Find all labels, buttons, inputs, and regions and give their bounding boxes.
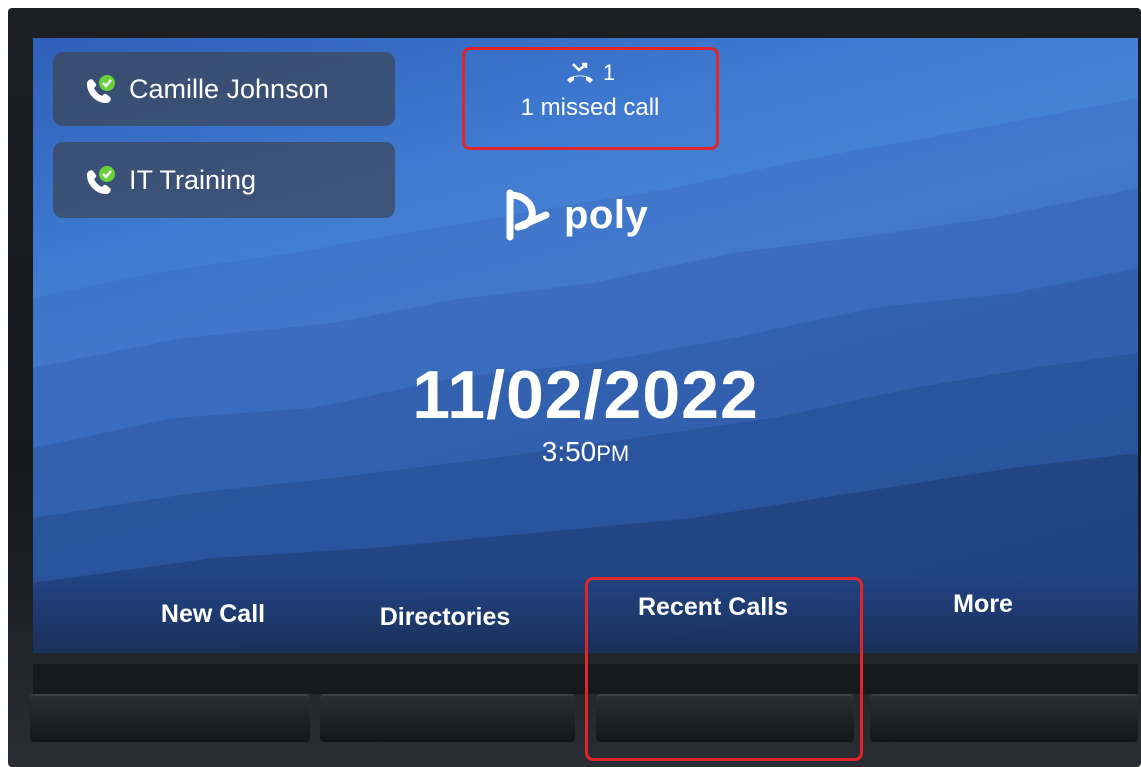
missed-call-text: 1 missed call [520, 94, 660, 121]
line-key-it-training[interactable]: IT Training [53, 142, 395, 218]
time-value: 3:50 [541, 436, 597, 467]
hard-key-2[interactable] [320, 694, 575, 742]
missed-call-count: 1 [602, 60, 616, 85]
line-key-label: IT Training [129, 164, 257, 195]
time-meridiem: PM [596, 441, 630, 466]
line-key-camille-johnson[interactable]: Camille Johnson [53, 52, 395, 126]
softkey-more[interactable]: More [883, 590, 1083, 619]
poly-logo: poly [496, 180, 648, 250]
missed-call-icon [566, 62, 593, 83]
hard-key-3[interactable] [596, 694, 854, 742]
phone-screen: Camille Johnson IT Training 1 1 missed c… [33, 38, 1138, 653]
poly-logo-word: poly [564, 192, 649, 237]
phone-presence-icon [83, 165, 117, 195]
hard-key-4[interactable] [870, 694, 1138, 742]
line-key-label: Camille Johnson [129, 73, 329, 104]
missed-call-notification[interactable]: 1 1 missed call [466, 50, 714, 140]
hard-key-1[interactable] [30, 694, 310, 742]
phone-device: Camille Johnson IT Training 1 1 missed c… [0, 0, 1141, 767]
poly-logo-icon [506, 189, 550, 241]
softkey-directories[interactable]: Directories [345, 603, 545, 632]
softkey-new-call[interactable]: New Call [113, 600, 313, 629]
hard-key-strip [33, 664, 1138, 694]
home-time: 3:50PM [33, 436, 1138, 468]
phone-presence-icon [83, 74, 117, 104]
softkey-recent-calls[interactable]: Recent Calls [613, 593, 813, 622]
home-date: 11/02/2022 [412, 357, 759, 433]
